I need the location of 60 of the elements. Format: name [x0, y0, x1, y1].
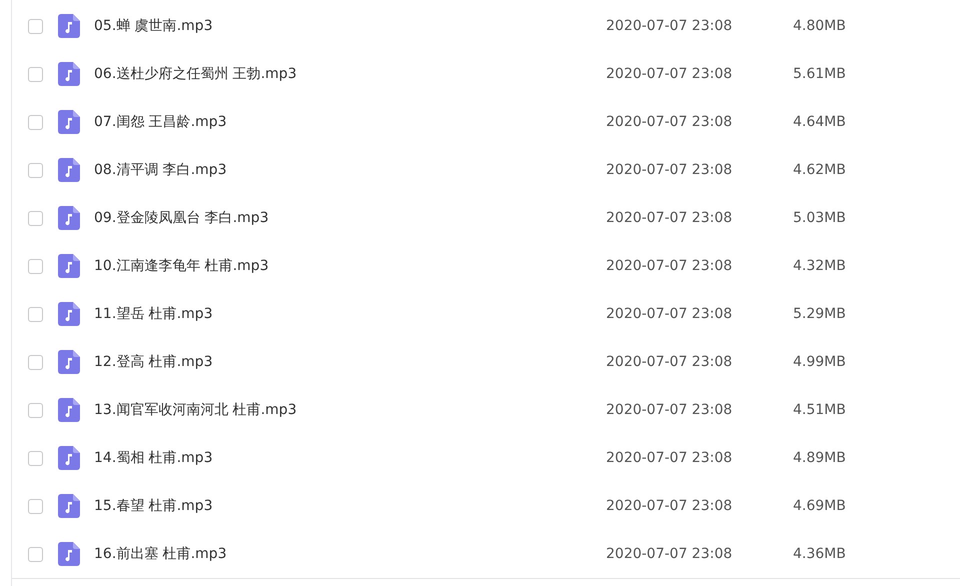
music-file-icon [58, 14, 80, 38]
row-checkbox[interactable] [28, 402, 43, 418]
file-name[interactable]: 13.闻官军收河南河北 杜甫.mp3 [94, 401, 606, 419]
file-name[interactable]: 07.闺怨 王昌龄.mp3 [94, 113, 606, 131]
row-checkbox[interactable] [28, 258, 43, 274]
file-size: 4.36MB [793, 546, 846, 562]
music-file-icon [58, 206, 80, 230]
music-file-icon [58, 62, 80, 86]
row-checkbox[interactable] [28, 450, 43, 466]
music-file-icon [58, 110, 80, 134]
row-checkbox[interactable] [28, 306, 43, 322]
row-checkbox[interactable] [28, 498, 43, 514]
row-checkbox[interactable] [28, 210, 43, 226]
modified-time: 2020-07-07 23:08 [606, 18, 734, 34]
modified-time: 2020-07-07 23:08 [606, 258, 734, 274]
file-name[interactable]: 08.清平调 李白.mp3 [94, 161, 606, 179]
file-name[interactable]: 15.春望 杜甫.mp3 [94, 497, 606, 515]
file-name[interactable]: 05.蝉 虞世南.mp3 [94, 17, 606, 35]
file-size: 4.99MB [793, 354, 846, 370]
music-file-icon [58, 542, 80, 566]
file-name[interactable]: 10.江南逢李龟年 杜甫.mp3 [94, 257, 606, 275]
row-checkbox[interactable] [28, 354, 43, 370]
file-size: 4.32MB [793, 258, 846, 274]
file-size: 4.62MB [793, 162, 846, 178]
music-file-icon [58, 158, 80, 182]
modified-time: 2020-07-07 23:08 [606, 162, 734, 178]
music-file-icon [58, 254, 80, 278]
row-checkbox[interactable] [28, 66, 43, 82]
file-name[interactable]: 09.登金陵凤凰台 李白.mp3 [94, 209, 606, 227]
music-file-icon [58, 446, 80, 470]
file-name[interactable]: 16.前出塞 杜甫.mp3 [94, 545, 606, 563]
file-name[interactable]: 14.蜀相 杜甫.mp3 [94, 449, 606, 467]
row-checkbox[interactable] [28, 162, 43, 178]
modified-time: 2020-07-07 23:08 [606, 450, 734, 466]
music-file-icon [58, 494, 80, 518]
file-size: 4.89MB [793, 450, 846, 466]
music-file-icon [58, 398, 80, 422]
modified-time: 2020-07-07 23:08 [606, 114, 734, 130]
row-checkbox[interactable] [28, 114, 43, 130]
file-size: 5.03MB [793, 210, 846, 226]
file-size: 4.80MB [793, 18, 846, 34]
music-file-icon [58, 350, 80, 374]
file-name[interactable]: 11.望岳 杜甫.mp3 [94, 305, 606, 323]
file-size: 4.51MB [793, 402, 846, 418]
file-size: 5.29MB [793, 306, 846, 322]
row-checkbox[interactable] [28, 546, 43, 562]
file-name[interactable]: 12.登高 杜甫.mp3 [94, 353, 606, 371]
file-name[interactable]: 06.送杜少府之任蜀州 王勃.mp3 [94, 65, 606, 83]
file-size: 4.69MB [793, 498, 846, 514]
modified-time: 2020-07-07 23:08 [606, 306, 734, 322]
modified-time: 2020-07-07 23:08 [606, 66, 734, 82]
modified-time: 2020-07-07 23:08 [606, 402, 734, 418]
file-size: 4.64MB [793, 114, 846, 130]
file-size: 5.61MB [793, 66, 846, 82]
modified-time: 2020-07-07 23:08 [606, 498, 734, 514]
modified-time: 2020-07-07 23:08 [606, 210, 734, 226]
modified-time: 2020-07-07 23:08 [606, 354, 734, 370]
row-checkbox[interactable] [28, 18, 43, 34]
music-file-icon [58, 302, 80, 326]
modified-time: 2020-07-07 23:08 [606, 546, 734, 562]
